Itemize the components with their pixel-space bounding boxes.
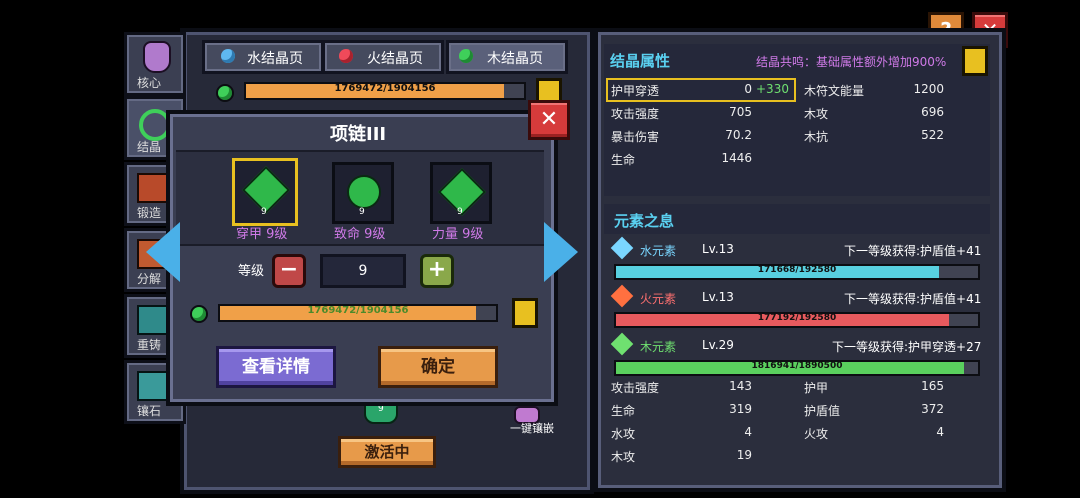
decrease-button[interactable]: − bbox=[272, 254, 306, 288]
stat-value: 696 bbox=[921, 105, 944, 119]
stat-value: 4 bbox=[936, 425, 944, 439]
gem-slot-2[interactable]: 9 bbox=[332, 162, 394, 224]
green-gem-icon bbox=[347, 175, 381, 209]
stat-name: 火攻 bbox=[804, 427, 829, 441]
main-progress-text: 1769472/1904156 bbox=[334, 83, 436, 94]
gem-level-tag: 9 bbox=[457, 207, 463, 217]
stat-value: 705 bbox=[729, 105, 752, 119]
stat-name: 护甲穿透 bbox=[611, 84, 660, 98]
close-icon: ✕ bbox=[539, 107, 559, 132]
stat-value: 19 bbox=[736, 448, 752, 462]
vase-icon bbox=[143, 41, 171, 73]
stat-value: 1446 bbox=[721, 151, 752, 165]
side-tab-crystal-label: 结晶 bbox=[137, 140, 162, 154]
stat-name: 生命 bbox=[611, 153, 636, 167]
confirm-button[interactable]: 确定 bbox=[378, 346, 498, 388]
energy-gem-icon bbox=[190, 305, 208, 323]
side-tab-core[interactable]: 核心 bbox=[124, 32, 186, 96]
stat-value: 4 bbox=[744, 425, 752, 439]
stat-bonus: +330 bbox=[756, 82, 789, 96]
stat-value: 1200 bbox=[913, 82, 944, 96]
stat-value: 522 bbox=[921, 128, 944, 142]
element-progress-bar: 171668/192580 bbox=[614, 264, 980, 280]
stat-name: 木抗 bbox=[804, 130, 829, 144]
stat-name: 护盾值 bbox=[804, 404, 841, 418]
stat-value: 70.2 bbox=[725, 128, 752, 142]
level-label: 等级 bbox=[238, 264, 265, 279]
gem-label-2: 致命 9级 bbox=[334, 227, 386, 242]
element-progress-bar: 177192/192580 bbox=[614, 312, 980, 328]
element-name: 火元素 bbox=[640, 292, 677, 306]
modal-title: 项链III bbox=[330, 124, 387, 145]
gem-label-3: 力量 9级 bbox=[432, 227, 484, 242]
side-tab-forge-label: 锻造 bbox=[137, 206, 162, 220]
stat-name: 暴击伤害 bbox=[611, 130, 660, 144]
one-click-label[interactable]: 一键镶嵌 bbox=[510, 420, 554, 436]
element-progress-bar: 1816941/1890500 bbox=[614, 360, 980, 376]
gem-label-1: 穿甲 9级 bbox=[236, 227, 288, 242]
element-level: Lv.13 bbox=[702, 242, 734, 256]
stat-name: 木符文能量 bbox=[804, 84, 865, 98]
stat-name: 攻击强度 bbox=[611, 107, 660, 121]
stat-value: 319 bbox=[729, 402, 752, 416]
crystal-title: 结晶属性 bbox=[610, 52, 671, 70]
main-progress-bar: 1769472/1904156 bbox=[244, 82, 526, 100]
details-button[interactable]: 查看详情 bbox=[216, 346, 336, 388]
tab-fire-label: 火结晶页 bbox=[367, 51, 423, 67]
stat-name: 护甲 bbox=[804, 381, 829, 395]
wood-gem-icon bbox=[459, 49, 473, 63]
gem-slot-1[interactable]: 9 bbox=[232, 158, 298, 226]
clipboard-icon[interactable] bbox=[512, 298, 538, 328]
prev-arrow-icon[interactable] bbox=[146, 222, 180, 282]
stat-name: 生命 bbox=[611, 404, 636, 418]
plus-icon: + bbox=[427, 257, 447, 282]
stat-value: 372 bbox=[921, 402, 944, 416]
tab-water-label: 水结晶页 bbox=[247, 51, 303, 67]
gem-level-tag: 9 bbox=[261, 207, 267, 217]
element-next: 下一等级获得:护盾值+41 bbox=[844, 244, 982, 258]
water-gem-icon bbox=[221, 49, 235, 63]
energy-gem-icon bbox=[216, 84, 234, 102]
element-next: 下一等级获得:护甲穿透+27 bbox=[832, 340, 982, 354]
element-name: 水元素 bbox=[640, 244, 677, 258]
stat-name: 木攻 bbox=[804, 107, 829, 121]
side-tab-core-label: 核心 bbox=[137, 76, 162, 90]
element-name: 木元素 bbox=[640, 340, 677, 354]
next-arrow-icon[interactable] bbox=[544, 222, 578, 282]
stat-value: 0 bbox=[744, 82, 752, 96]
side-tab-recast-label: 重铸 bbox=[137, 338, 162, 352]
minus-icon: − bbox=[279, 257, 299, 282]
activate-button[interactable]: 激活中 bbox=[338, 436, 436, 468]
gem-slot-3[interactable]: 9 bbox=[430, 162, 492, 224]
modal-progress-bar: 1769472/1904156 bbox=[218, 304, 498, 322]
element-progress-text: 1816941/1890500 bbox=[751, 361, 843, 371]
stat-value: 143 bbox=[729, 379, 752, 393]
gem-level-tag: 9 bbox=[359, 207, 365, 217]
element-level: Lv.29 bbox=[702, 338, 734, 352]
tab-fire[interactable]: 火结晶页 bbox=[322, 40, 444, 74]
clipboard-icon[interactable] bbox=[962, 46, 988, 76]
increase-button[interactable]: + bbox=[420, 254, 454, 288]
element-level: Lv.13 bbox=[702, 290, 734, 304]
tab-water[interactable]: 水结晶页 bbox=[202, 40, 324, 74]
modal-progress-text: 1769472/1904156 bbox=[307, 305, 409, 316]
side-tab-inlay-label: 镶石 bbox=[137, 404, 162, 418]
tab-wood[interactable]: 木结晶页 bbox=[446, 40, 568, 74]
element-next: 下一等级获得:护盾值+41 bbox=[844, 292, 982, 306]
stat-value: 165 bbox=[921, 379, 944, 393]
resonance-text: 结晶共鸣：基础属性额外增加900% bbox=[756, 55, 947, 69]
tab-wood-label: 木结晶页 bbox=[487, 51, 543, 67]
modal-close-button[interactable]: ✕ bbox=[528, 100, 570, 140]
element-progress-text: 177192/192580 bbox=[757, 313, 837, 323]
stat-name: 水攻 bbox=[611, 427, 636, 441]
level-input[interactable]: 9 bbox=[320, 254, 406, 288]
stat-name: 攻击强度 bbox=[611, 381, 660, 395]
stat-name: 木攻 bbox=[611, 450, 636, 464]
element-title: 元素之息 bbox=[614, 212, 675, 230]
element-progress-text: 171668/192580 bbox=[757, 265, 837, 275]
fire-gem-icon bbox=[339, 49, 353, 63]
